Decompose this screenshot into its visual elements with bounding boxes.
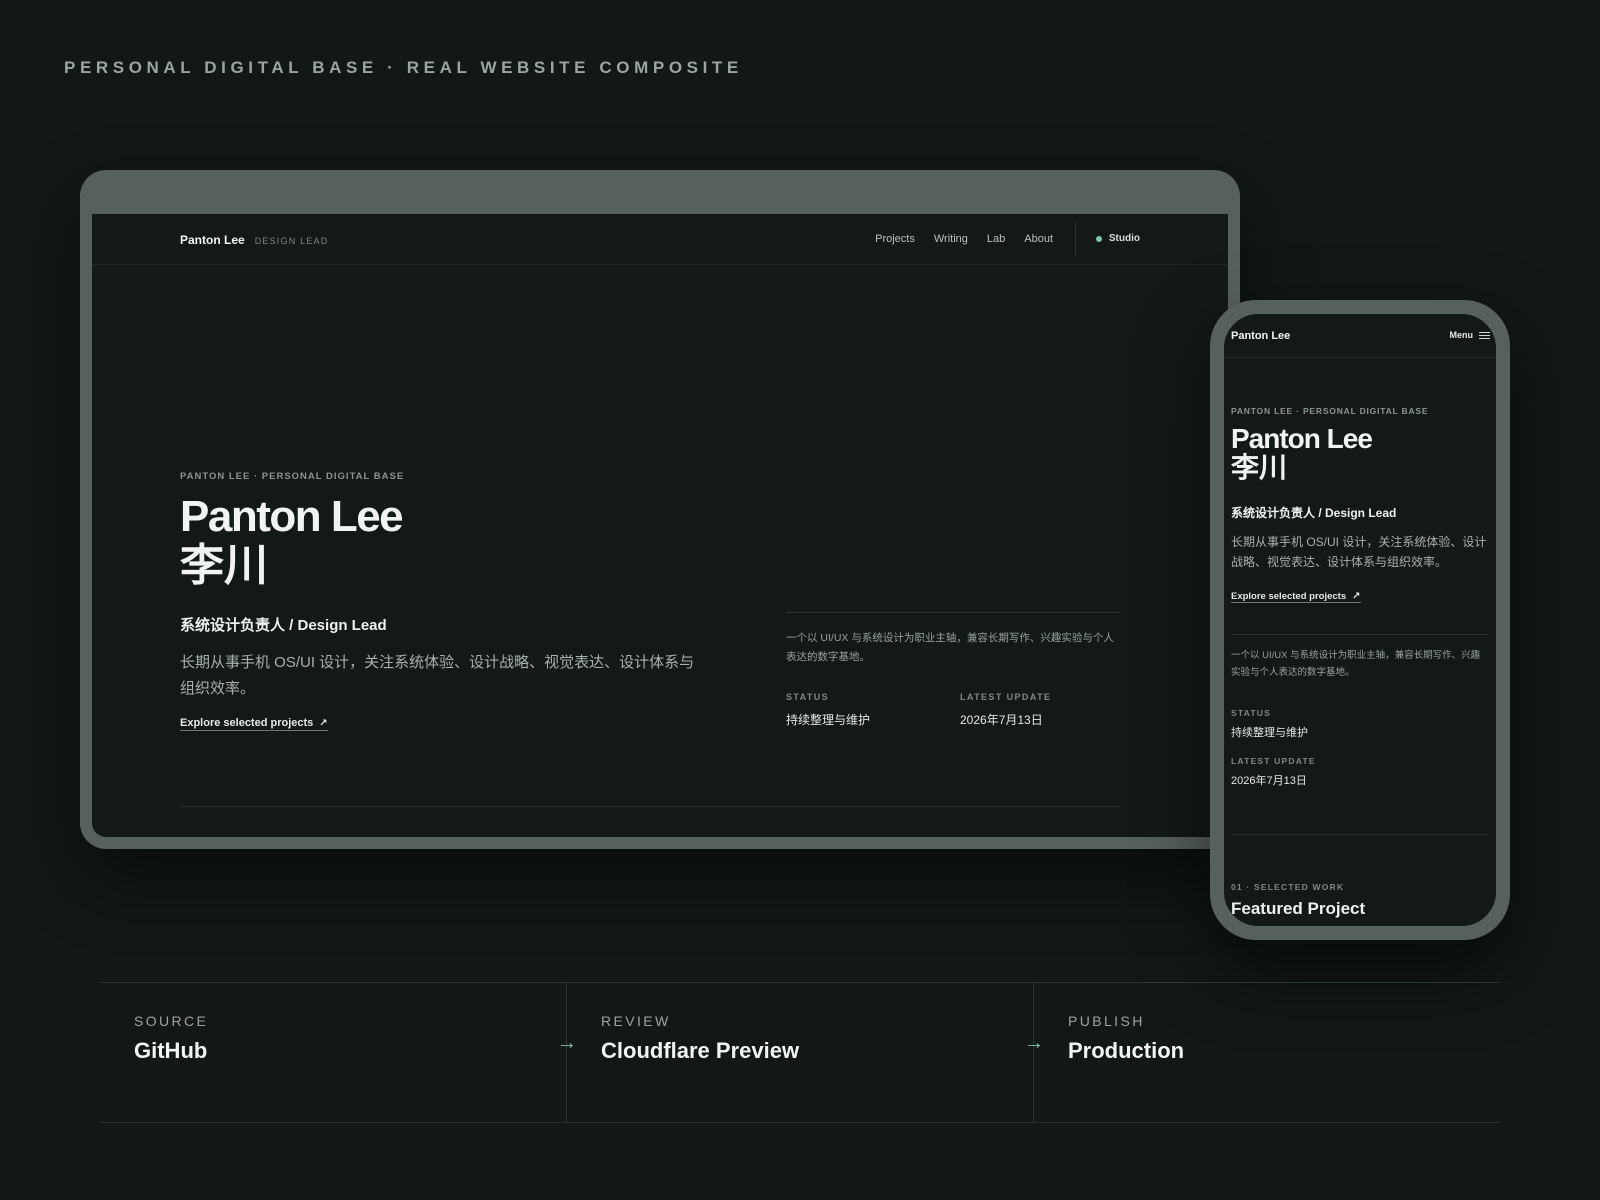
nav-divider [1075, 222, 1076, 256]
latest-update-label: LATEST UPDATE [960, 692, 1052, 702]
explore-projects-label: Explore selected projects [180, 717, 314, 729]
status-dot-icon [1095, 235, 1102, 242]
pipeline-stage-source: SOURCE GitHub [100, 983, 566, 1122]
stage-label: SOURCE [134, 1013, 209, 1029]
hamburger-icon [1479, 331, 1490, 339]
panel-description: 一个以 UI/UX 与系统设计为职业主轴，兼容长期写作、兴趣实验与个人表达的数字… [786, 632, 1114, 663]
phone-screen: Panton Lee Menu PANTON LEE · PERSONAL DI… [1224, 314, 1496, 926]
hero-bottom-divider [180, 806, 1120, 807]
mobile-hero-title-cn: 李川 [1231, 452, 1288, 483]
featured-project-title[interactable]: Featured Project [1231, 899, 1365, 919]
mobile-latest-update-label: LATEST UPDATE [1231, 756, 1316, 766]
studio-label: Studio [1108, 233, 1140, 244]
mobile-brand-name[interactable]: Panton Lee [1231, 330, 1290, 342]
mobile-hero-title: Panton Lee [1231, 423, 1373, 454]
arrow-up-right-icon: ↗ [319, 718, 328, 729]
mobile-explore-projects-link[interactable]: Explore selected projects ↗ [1231, 591, 1361, 603]
nav-link-writing[interactable]: Writing [934, 233, 968, 245]
status-value: 持续整理与维护 [786, 713, 871, 727]
mobile-hero-description: 长期从事手机 OS/UI 设计，关注系统体验、设计战略、视觉表达、设计体系与组织… [1231, 535, 1487, 569]
explore-projects-link[interactable]: Explore selected projects ↗ [180, 717, 328, 731]
phone-frame: Panton Lee Menu PANTON LEE · PERSONAL DI… [1210, 300, 1510, 940]
mobile-panel-description: 一个以 UI/UX 与系统设计为职业主轴，兼容长期写作、兴趣实验与个人表达的数字… [1231, 650, 1481, 678]
mobile-nav: Panton Lee Menu [1224, 314, 1496, 358]
mobile-hero-role: 系统设计负责人 / Design Lead [1231, 506, 1397, 520]
mobile-status-value: 持续整理与维护 [1231, 727, 1308, 739]
stage-label: PUBLISH [1068, 1013, 1145, 1029]
mobile-status-label: STATUS [1231, 708, 1271, 718]
arrow-up-right-icon: ↗ [1352, 591, 1361, 602]
status-label: STATUS [786, 692, 830, 702]
stage-name: Cloudflare Preview [601, 1038, 800, 1063]
menu-label: Menu [1449, 330, 1474, 340]
composite-kicker: PERSONAL DIGITAL BASE · REAL WEBSITE COM… [64, 58, 743, 77]
latest-update-value: 2026年7月13日 [960, 713, 1043, 727]
brand-name: Panton Lee [180, 233, 245, 247]
desktop-frame: Panton Lee DESIGN LEAD Projects Writing … [80, 170, 1240, 849]
pipeline-stage-publish: → PUBLISH Production [1024, 983, 1500, 1122]
selected-work-label: 01 · SELECTED WORK [1231, 882, 1345, 892]
mobile-section-divider [1231, 834, 1489, 835]
stage-name: Production [1068, 1038, 1185, 1063]
mobile-hero-eyebrow: PANTON LEE · PERSONAL DIGITAL BASE [1231, 406, 1429, 416]
hero-eyebrow: PANTON LEE · PERSONAL DIGITAL BASE [180, 471, 405, 482]
nav-link-lab[interactable]: Lab [987, 233, 1005, 245]
mobile-explore-projects-label: Explore selected projects [1231, 591, 1347, 602]
mobile-panel-divider [1231, 634, 1489, 635]
hero-role: 系统设计负责人 / Design Lead [180, 617, 387, 634]
panel-divider [786, 612, 1120, 613]
arrow-right-icon: → [1024, 1032, 1044, 1054]
pipeline-stage-review: → REVIEW Cloudflare Preview [557, 983, 1033, 1122]
desktop-nav: Panton Lee DESIGN LEAD Projects Writing … [92, 214, 1228, 265]
studio-link[interactable]: Studio [1095, 233, 1140, 244]
nav-link-projects[interactable]: Projects [875, 233, 915, 245]
hero-description: 长期从事手机 OS/UI 设计，关注系统体验、设计战略、视觉表达、设计体系与组织… [180, 654, 695, 697]
mobile-menu-button[interactable]: Menu [1449, 330, 1490, 340]
brand-role: DESIGN LEAD [254, 236, 329, 246]
desktop-screen: Panton Lee DESIGN LEAD Projects Writing … [92, 214, 1228, 837]
brand[interactable]: Panton Lee DESIGN LEAD [180, 233, 328, 247]
deploy-pipeline: SOURCE GitHub → REVIEW Cloudflare Previe… [100, 982, 1500, 1123]
hero-title-cn: 李川 [180, 541, 268, 590]
nav-link-about[interactable]: About [1024, 233, 1053, 245]
mobile-latest-update-value: 2026年7月13日 [1231, 775, 1307, 787]
stage-label: REVIEW [601, 1013, 671, 1029]
arrow-right-icon: → [557, 1032, 577, 1054]
nav-links: Projects Writing Lab About [875, 233, 1053, 245]
hero-title: Panton Lee [180, 492, 404, 541]
stage-name: GitHub [134, 1038, 208, 1063]
